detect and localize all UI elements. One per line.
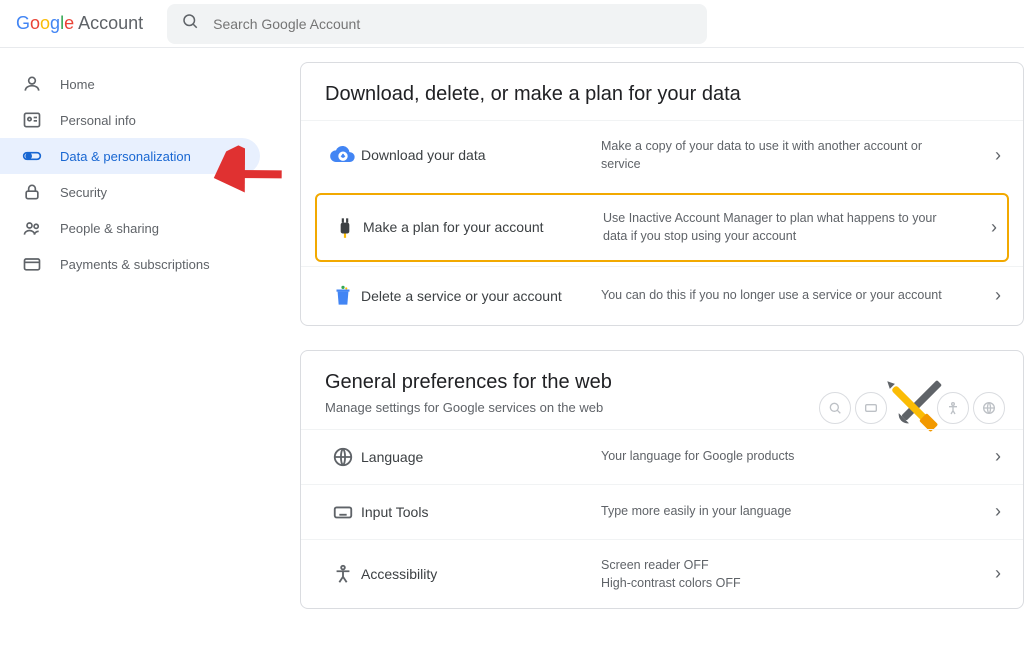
chevron-right-icon: › [995,501,1001,522]
data-personalization-icon [22,146,42,166]
chevron-right-icon: › [995,285,1001,306]
row-desc: Make a copy of your data to use it with … [601,137,999,173]
sidebar-item-personal-info[interactable]: Personal info [0,102,260,138]
sidebar-item-label: People & sharing [60,221,159,236]
magnify-circle-icon [819,392,851,424]
sidebar-item-label: Home [60,77,95,92]
chevron-right-icon: › [995,563,1001,584]
row-download-your-data[interactable]: Download your data Make a copy of your d… [301,120,1023,189]
home-icon [22,74,42,94]
row-label: Accessibility [361,566,601,582]
row-label: Language [361,449,601,465]
sidebar-item-label: Personal info [60,113,136,128]
sidebar-item-home[interactable]: Home [0,66,260,102]
download-cloud-icon [325,141,361,169]
row-label: Delete a service or your account [361,288,601,304]
google-logo: Google [16,13,74,34]
plug-icon [327,214,363,240]
card-data-plan: Download, delete, or make a plan for you… [300,62,1024,326]
globe-circle-icon [973,392,1005,424]
accessibility-circle-icon [937,392,969,424]
chevron-right-icon: › [995,145,1001,166]
accessibility-high-contrast-status: High-contrast colors OFF [601,574,959,592]
card-title: Download, delete, or make a plan for you… [325,83,999,106]
chevron-right-icon: › [991,217,997,238]
row-desc: Screen reader OFF High-contrast colors O… [601,556,999,592]
personal-info-icon [22,110,42,130]
sidebar-item-payments-subscriptions[interactable]: Payments & subscriptions [0,246,260,282]
search-box[interactable] [167,4,707,44]
accessibility-icon [325,563,361,585]
sidebar-nav: Home Personal info Data & personalizatio… [0,48,260,657]
row-desc: Type more easily in your language [601,502,999,520]
accessibility-screen-reader-status: Screen reader OFF [601,556,959,574]
brand: Google Account [16,13,143,34]
sidebar-item-label: Data & personalization [60,149,191,164]
row-language[interactable]: Language Your language for Google produc… [301,429,1023,484]
sidebar-item-label: Security [60,185,107,200]
row-delete-service[interactable]: Delete a service or your account You can… [301,266,1023,325]
sidebar-item-label: Payments & subscriptions [60,257,210,272]
row-label: Make a plan for your account [363,219,603,235]
security-icon [22,182,42,202]
people-sharing-icon [22,218,42,238]
search-icon [181,12,199,35]
main-content: Download, delete, or make a plan for you… [260,48,1024,657]
row-label: Download your data [361,147,601,163]
row-desc: You can do this if you no longer use a s… [601,286,999,304]
product-name: Account [78,13,143,34]
sidebar-item-people-sharing[interactable]: People & sharing [0,210,260,246]
row-desc: Your language for Google products [601,447,999,465]
row-input-tools[interactable]: Input Tools Type more easily in your lan… [301,484,1023,539]
payments-icon [22,254,42,274]
row-label: Input Tools [361,504,601,520]
row-accessibility[interactable]: Accessibility Screen reader OFF High-con… [301,539,1023,608]
keyboard-icon [325,501,361,523]
card-general-preferences: General preferences for the web Manage s… [300,350,1024,609]
app-header: Google Account [0,0,1024,48]
search-input[interactable] [213,16,693,32]
row-make-a-plan[interactable]: Make a plan for your account Use Inactiv… [315,193,1009,261]
globe-icon [325,446,361,468]
row-desc: Use Inactive Account Manager to plan wha… [603,209,997,245]
chevron-right-icon: › [995,446,1001,467]
trash-icon [325,283,361,309]
